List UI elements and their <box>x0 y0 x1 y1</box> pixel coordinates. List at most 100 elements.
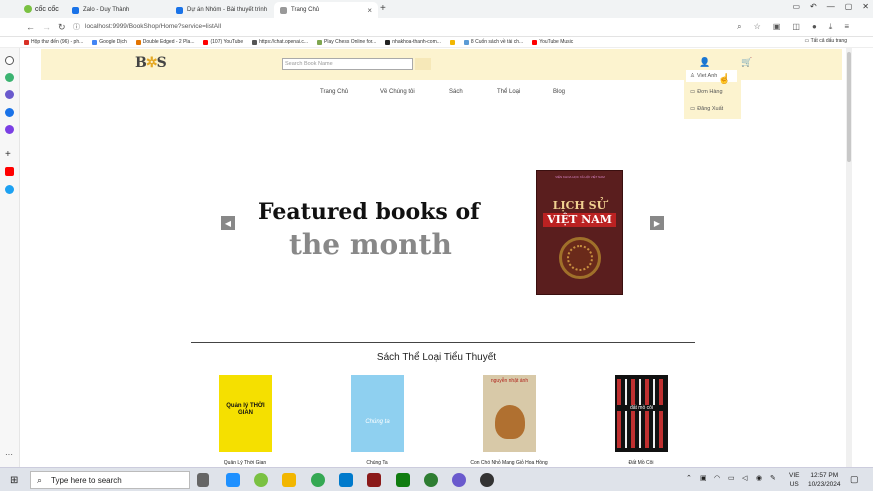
site-logo[interactable]: B✲S <box>135 55 167 71</box>
download-icon[interactable]: ⤓ <box>829 22 833 32</box>
zalo-icon[interactable] <box>5 108 14 117</box>
search-icon[interactable]: ⌕ <box>737 22 741 32</box>
chevron-up-icon[interactable]: ⌃ <box>686 474 692 482</box>
book-cover[interactable]: nguyễn nhật ánh <box>483 375 536 452</box>
bookmark-label: Hộp thư đến (96) - ph... <box>31 39 84 45</box>
close-tab-icon[interactable]: × <box>367 6 372 15</box>
close-window-icon[interactable]: ✕ <box>862 2 869 11</box>
all-bookmarks-button[interactable]: ▭ Tất cả dấu trang <box>804 38 847 44</box>
tab-label: Zalo - Duy Thành <box>83 7 130 13</box>
book-title[interactable]: Con Chó Nhỏ Mang Giỏ Hoa Hồng <box>449 460 569 466</box>
bookmark-item[interactable]: YouTube Music <box>532 39 573 45</box>
windows-start-icon[interactable]: ⊞ <box>10 475 18 486</box>
carousel-prev-button[interactable]: ◀ <box>221 216 235 230</box>
nav-trang-chu[interactable]: Trang Chủ <box>320 89 348 95</box>
add-icon[interactable]: + <box>5 150 14 160</box>
window-controls: ▭ ↶ — ▢ ✕ <box>792 2 869 11</box>
book-cover[interactable]: Chúng ta <box>351 375 404 452</box>
back-icon[interactable]: ← <box>26 22 35 32</box>
history-icon[interactable] <box>5 56 14 65</box>
book-title[interactable]: Chúng Ta <box>317 460 437 466</box>
messages-icon[interactable] <box>5 73 14 82</box>
bookmark-item[interactable]: 8 Cuốn sách về tài ch... <box>463 39 523 45</box>
user-dropdown-menu: ♙ Viet Anh ▭ Đơn Hàng ▭ Đăng Xuất <box>684 67 741 119</box>
facebook-icon[interactable] <box>5 185 14 194</box>
nav-ve-chung-toi[interactable]: Về Chúng tôi <box>380 89 415 95</box>
more-icon[interactable]: ··· <box>5 451 14 461</box>
battery-icon[interactable]: ▭ <box>728 474 735 482</box>
media-player-icon[interactable] <box>480 473 494 487</box>
minimize-icon[interactable]: — <box>827 2 835 11</box>
menu-item-logout[interactable]: ▭ Đăng Xuất <box>690 106 723 112</box>
xbox-icon[interactable] <box>396 473 410 487</box>
messenger-icon[interactable] <box>5 90 14 99</box>
app-icon[interactable] <box>367 473 381 487</box>
tab-zalo[interactable]: Zalo - Duy Thành <box>66 2 170 18</box>
bookmark-item[interactable]: nhakhoa-thanh-com... <box>385 39 441 45</box>
book-title[interactable]: Đất Mồ Côi <box>581 460 701 466</box>
taskbar-search-input[interactable]: ⌕ Type here to search <box>30 471 190 489</box>
chevron-left-icon: ◀ <box>224 218 232 228</box>
url-field[interactable]: localhost:9999/BookShop/Home?service=lis… <box>85 23 221 30</box>
app-icon[interactable] <box>424 473 438 487</box>
youtube-icon[interactable] <box>5 167 14 176</box>
maximize-icon[interactable]: ▢ <box>845 2 853 11</box>
bookmark-item[interactable]: Double Edged - 2 Pla... <box>135 39 195 45</box>
search-input[interactable]: Search Book Name <box>282 58 413 70</box>
nav-sach[interactable]: Sách <box>449 89 463 95</box>
taskbar-clock[interactable]: 12:57 PM 10/23/2024 <box>808 471 841 489</box>
file-explorer-icon[interactable] <box>282 473 296 487</box>
nav-the-loai[interactable]: Thể Loại <box>497 89 520 95</box>
bookmark-item[interactable]: Play Chess Online for... <box>317 39 376 45</box>
back-arrow-icon[interactable]: ↶ <box>810 2 817 11</box>
bookmark-item[interactable] <box>449 39 455 45</box>
tab-du-an-nhom[interactable]: Dự án Nhóm - Bài thuyết trình <box>170 2 274 18</box>
menu-icon[interactable]: ≡ <box>844 22 849 32</box>
page-scrollbar[interactable] <box>846 48 852 467</box>
new-tab-button[interactable]: + <box>380 3 386 14</box>
bookmark-item[interactable]: Hộp thư đến (96) - ph... <box>24 39 83 45</box>
screenshot-icon[interactable]: ▭ <box>792 2 800 11</box>
bookmark-item[interactable]: Google Dịch <box>92 39 127 45</box>
hero-book-cover[interactable]: VIỆN KHOA HỌC XÃ HỘI VIỆT NAM LỊCH SỬ VI… <box>536 170 623 295</box>
app-icon[interactable] <box>5 125 14 134</box>
bookmark-label: Double Edged - 2 Pla... <box>142 39 195 45</box>
book-cover[interactable]: Quản lý THỜI GIAN <box>219 375 272 452</box>
network-icon[interactable]: ◉ <box>756 474 762 482</box>
forward-icon[interactable]: → <box>42 22 51 32</box>
vscode-icon[interactable] <box>339 473 353 487</box>
volume-icon[interactable]: ◁ <box>742 474 747 482</box>
scrollbar-thumb[interactable] <box>847 52 851 162</box>
edge-icon[interactable] <box>226 473 240 487</box>
chrome-icon[interactable] <box>311 473 325 487</box>
app-icon[interactable] <box>452 473 466 487</box>
language-indicator[interactable]: VIE US <box>789 471 799 489</box>
cart-icon[interactable]: 🛒 <box>741 57 752 68</box>
address-bar-icons: ⌕ ☆ ▣ ◫ ● ⤓ ≡ <box>737 22 849 32</box>
search-button[interactable] <box>415 58 431 70</box>
bookmark-item[interactable]: https://chat.openai.c... <box>252 39 308 45</box>
book-publisher: VIỆN KHOA HỌC XÃ HỘI VIỆT NAM <box>555 175 605 179</box>
menu-item-orders[interactable]: ▭ Đơn Hàng <box>690 89 723 95</box>
pen-icon[interactable]: ✎ <box>770 474 776 482</box>
task-view-icon[interactable] <box>197 473 209 487</box>
puzzle-icon[interactable]: ◫ <box>792 22 800 32</box>
tray-icon[interactable]: ▣ <box>700 474 707 482</box>
tab-trang-chu[interactable]: Trang Chủ × <box>274 2 378 18</box>
carousel-next-button[interactable]: ▶ <box>650 216 664 230</box>
wifi-icon[interactable]: ◠ <box>714 474 720 482</box>
profile-icon[interactable]: ● <box>812 22 817 32</box>
nav-blog[interactable]: Blog <box>553 89 565 95</box>
bookmark-item[interactable]: (107) YouTube <box>203 39 243 45</box>
zalo-tab-icon <box>72 6 79 14</box>
cover-text: nguyễn nhật ánh <box>490 378 529 384</box>
book-cover[interactable]: đất mồ côi <box>615 375 668 452</box>
site-info-icon[interactable]: ⓘ <box>73 22 80 32</box>
notification-icon[interactable]: ▢ <box>850 474 859 485</box>
windows-taskbar: ⊞ ⌕ Type here to search ⌃ ▣ ◠ ▭ ◁ ◉ ✎ VI… <box>0 467 873 491</box>
coccoc-icon[interactable] <box>254 473 268 487</box>
reload-icon[interactable]: ↻ <box>58 22 66 33</box>
book-title[interactable]: Quản Lý Thời Gian <box>185 460 305 466</box>
star-icon[interactable]: ☆ <box>754 22 761 32</box>
extension-icon[interactable]: ▣ <box>773 22 781 32</box>
